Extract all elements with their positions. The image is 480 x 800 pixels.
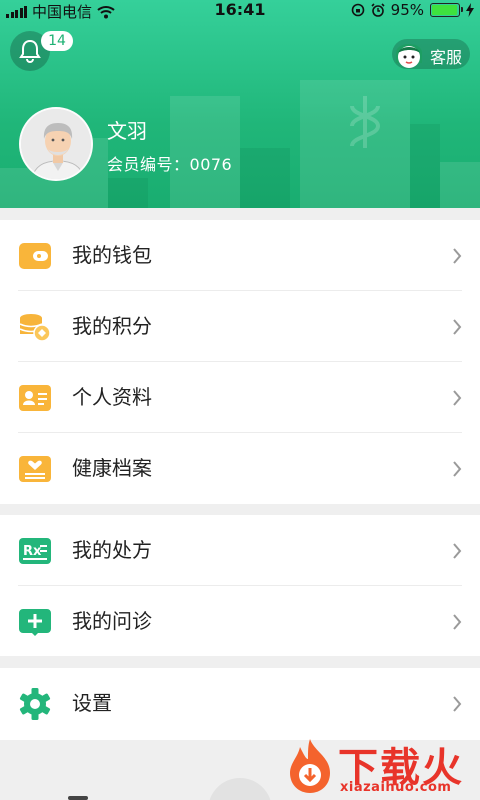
customer-service-label: 客服: [430, 48, 463, 67]
chevron-right-icon: [453, 461, 462, 477]
menu-group-medical: Rx 我的处方 我的问诊: [0, 515, 480, 656]
id-card-icon: [19, 385, 51, 411]
chevron-right-icon: [453, 543, 462, 559]
menu-item-label: 我的钱包: [72, 243, 152, 267]
menu-group-settings: 设置: [0, 668, 480, 740]
chevron-right-icon: [453, 248, 462, 264]
watermark-url: xiazaihuo.com: [340, 780, 452, 795]
menu-item-wallet[interactable]: 我的钱包: [0, 220, 480, 291]
watermark: 下载火 xiazaihuo.com: [282, 735, 480, 800]
battery-icon: [430, 3, 463, 17]
menu-item-health-record[interactable]: 健康档案: [0, 433, 480, 504]
customer-service-button[interactable]: 客服: [392, 39, 470, 69]
chevron-right-icon: [453, 390, 462, 406]
notification-count-badge: 14: [41, 31, 73, 51]
bell-icon: [19, 39, 41, 63]
menu-item-label: 我的处方: [72, 538, 152, 562]
profile-header: 中国电信 16:41 95% 14 客服 文羽 会员编号：0076: [0, 0, 480, 208]
menu-item-label: 个人资料: [72, 385, 152, 409]
menu-item-prescription[interactable]: Rx 我的处方: [0, 515, 480, 586]
alarm-icon: [371, 3, 385, 17]
chevron-right-icon: [453, 319, 462, 335]
menu-item-label: 健康档案: [72, 456, 152, 480]
chevron-right-icon: [453, 696, 462, 712]
member-number-value: 0076: [189, 155, 233, 174]
member-number: 会员编号：0076: [107, 151, 232, 175]
svg-text:Rx: Rx: [23, 544, 42, 559]
avatar[interactable]: [19, 107, 93, 181]
menu-item-label: 我的问诊: [72, 609, 152, 633]
tab-bar-indicator: [68, 796, 88, 800]
user-name: 文羽: [107, 119, 147, 143]
menu-item-label: 我的积分: [72, 314, 152, 338]
battery-percent: 95%: [390, 1, 424, 19]
menu-group-account: 我的钱包 我的积分 个人资料 健康档案: [0, 220, 480, 504]
customer-service-icon: [396, 44, 422, 68]
coins-icon: [19, 314, 51, 341]
wallet-icon: [19, 243, 51, 269]
health-record-icon: [19, 456, 51, 482]
prescription-icon: Rx: [19, 538, 51, 564]
gear-icon: [19, 688, 51, 720]
menu-item-settings[interactable]: 设置: [0, 668, 480, 739]
menu-item-points[interactable]: 我的积分: [0, 291, 480, 362]
menu-item-profile[interactable]: 个人资料: [0, 362, 480, 433]
caduceus-decoration-icon: [350, 96, 381, 148]
consultation-icon: [19, 609, 51, 636]
chevron-right-icon: [453, 614, 462, 630]
flame-logo-icon: [290, 739, 330, 793]
member-number-label: 会员编号：: [107, 155, 190, 174]
rotation-lock-icon: [351, 3, 364, 17]
menu-item-consultation[interactable]: 我的问诊: [0, 586, 480, 656]
tab-bar-center-button[interactable]: [208, 778, 272, 800]
menu-item-label: 设置: [72, 691, 112, 715]
charging-icon: [466, 3, 474, 17]
status-bar: 中国电信 16:41 95%: [0, 0, 480, 21]
